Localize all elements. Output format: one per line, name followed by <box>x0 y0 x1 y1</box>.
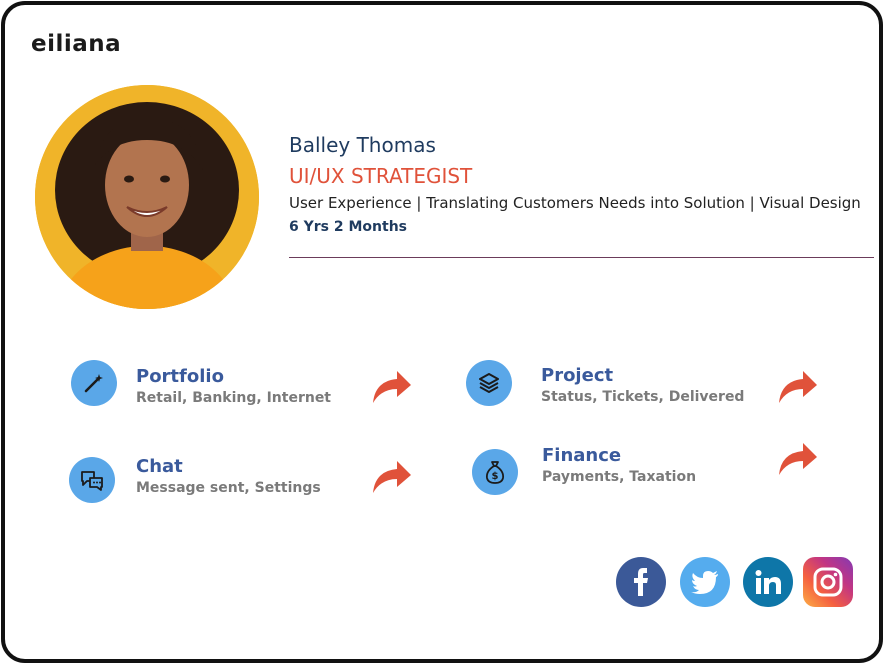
profile-role: UI/UX STRATEGIST <box>289 164 473 188</box>
magic-wand-icon[interactable] <box>71 360 117 406</box>
chat-bubbles-icon[interactable] <box>69 457 115 503</box>
money-bag-icon[interactable]: $ <box>472 449 518 495</box>
divider <box>289 257 874 258</box>
instagram-icon[interactable] <box>803 557 853 607</box>
chat-title[interactable]: Chat <box>136 456 183 477</box>
chat-arrow-icon[interactable] <box>369 457 413 495</box>
twitter-icon[interactable] <box>680 557 730 607</box>
project-arrow-icon[interactable] <box>775 367 819 405</box>
portfolio-title[interactable]: Portfolio <box>136 366 224 387</box>
profile-skills: User Experience | Translating Customers … <box>289 194 861 212</box>
profile-card: eiliana Balley Thomas UI/UX STRATEGIST U… <box>1 1 883 663</box>
finance-arrow-icon[interactable] <box>775 439 819 477</box>
finance-subtitle: Payments, Taxation <box>542 469 697 485</box>
chat-subtitle: Message sent, Settings <box>136 480 321 496</box>
portfolio-subtitle: Retail, Banking, Internet <box>136 390 332 406</box>
project-title[interactable]: Project <box>541 365 613 386</box>
profile-name: Balley Thomas <box>289 133 436 157</box>
project-subtitle: Status, Tickets, Delivered <box>541 389 745 405</box>
profile-experience: 6 Yrs 2 Months <box>289 219 407 235</box>
finance-title[interactable]: Finance <box>542 445 621 466</box>
facebook-icon[interactable] <box>616 557 666 607</box>
logo-text: eiliana <box>31 31 122 57</box>
linkedin-icon[interactable] <box>743 557 793 607</box>
layers-icon[interactable] <box>466 360 512 406</box>
avatar-illustration <box>35 85 259 309</box>
avatar <box>35 85 259 309</box>
portfolio-arrow-icon[interactable] <box>369 367 413 405</box>
eiliana-logo[interactable]: eiliana <box>31 31 121 57</box>
svg-text:$: $ <box>492 471 499 482</box>
